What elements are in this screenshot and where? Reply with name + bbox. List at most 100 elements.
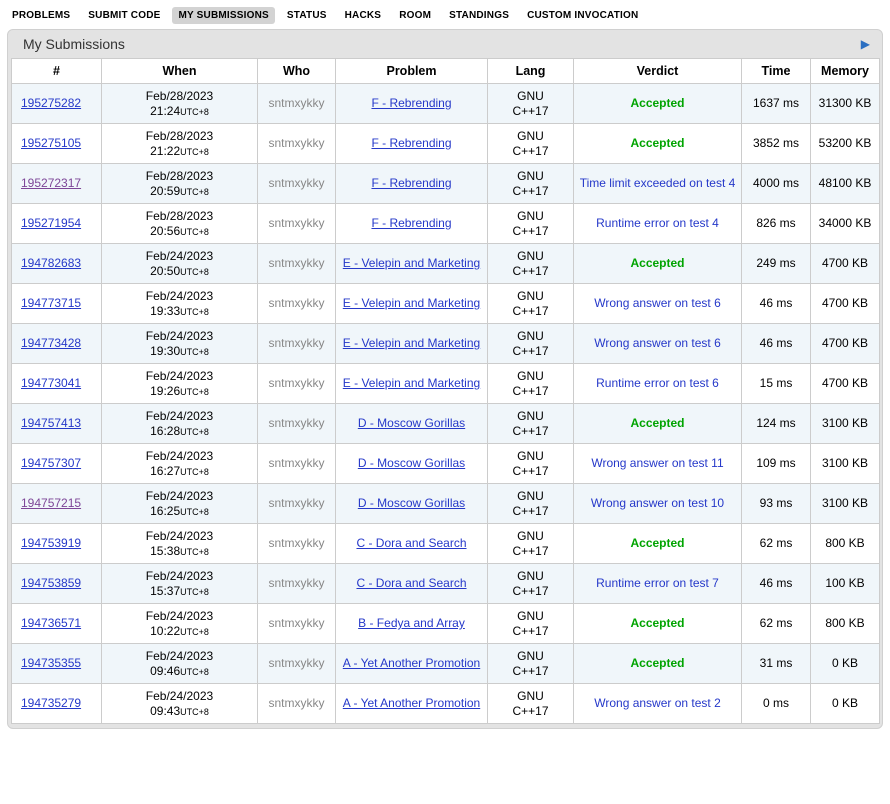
submission-author-cell: sntmxykky [258, 204, 336, 244]
submission-lang-cell: GNU C++17 [488, 324, 574, 364]
submission-author[interactable]: sntmxykky [268, 536, 324, 550]
submission-author[interactable]: sntmxykky [268, 256, 324, 270]
submission-exec-time: 62 ms [760, 616, 793, 630]
problem-link[interactable]: E - Velepin and Marketing [343, 296, 480, 310]
submission-when-cell: Feb/24/2023 16:25UTC+8 [102, 484, 258, 524]
submission-id-link[interactable]: 195275282 [21, 96, 81, 110]
problem-link[interactable]: F - Rebrending [371, 96, 451, 110]
submission-author-cell: sntmxykky [258, 244, 336, 284]
submission-lang-cell: GNU C++17 [488, 364, 574, 404]
submission-id-link[interactable]: 194773428 [21, 336, 81, 350]
problem-link[interactable]: C - Dora and Search [356, 536, 466, 550]
submission-verdict-cell: Wrong answer on test 2 [574, 684, 742, 724]
submission-lang: GNU C++17 [508, 529, 554, 559]
submission-id-link[interactable]: 194735355 [21, 656, 81, 670]
nav-item-hacks[interactable]: HACKS [339, 7, 388, 24]
submission-row: 194773715 Feb/24/2023 19:33UTC+8 sntmxyk… [12, 284, 880, 324]
problem-link[interactable]: A - Yet Another Promotion [343, 696, 480, 710]
submission-time: 19:30 [150, 344, 180, 358]
submission-id-link[interactable]: 195275105 [21, 136, 81, 150]
submission-author[interactable]: sntmxykky [268, 176, 324, 190]
submission-problem-cell: C - Dora and Search [336, 564, 488, 604]
submission-row: 194757307 Feb/24/2023 16:27UTC+8 sntmxyk… [12, 444, 880, 484]
submission-timezone: UTC+8 [180, 707, 209, 717]
submission-author[interactable]: sntmxykky [268, 456, 324, 470]
submission-author[interactable]: sntmxykky [268, 656, 324, 670]
submission-id-link[interactable]: 194757307 [21, 456, 81, 470]
nav-item-problems[interactable]: PROBLEMS [6, 7, 76, 24]
nav-item-standings[interactable]: STANDINGS [443, 7, 515, 24]
nav-item-submit-code[interactable]: SUBMIT CODE [82, 7, 166, 24]
submission-id-link[interactable]: 194736571 [21, 616, 81, 630]
submission-exec-time: 62 ms [760, 536, 793, 550]
collapse-panel-icon[interactable]: ▶ [861, 38, 870, 50]
col-header-verdict: Verdict [574, 59, 742, 84]
submission-id-link[interactable]: 194753859 [21, 576, 81, 590]
submission-author[interactable]: sntmxykky [268, 336, 324, 350]
problem-link[interactable]: E - Velepin and Marketing [343, 336, 480, 350]
problem-link[interactable]: E - Velepin and Marketing [343, 256, 480, 270]
submission-id-link[interactable]: 194757413 [21, 416, 81, 430]
submission-problem-cell: E - Velepin and Marketing [336, 284, 488, 324]
problem-link[interactable]: A - Yet Another Promotion [343, 656, 480, 670]
submission-timezone: UTC+8 [180, 547, 209, 557]
submission-time: 16:25 [150, 504, 180, 518]
submission-exec-time: 826 ms [756, 216, 795, 230]
nav-item-custom-invocation[interactable]: CUSTOM INVOCATION [521, 7, 644, 24]
submission-author[interactable]: sntmxykky [268, 96, 324, 110]
submission-id-link[interactable]: 194773715 [21, 296, 81, 310]
submission-author[interactable]: sntmxykky [268, 296, 324, 310]
nav-item-my-submissions[interactable]: MY SUBMISSIONS [172, 7, 274, 24]
submission-id-link[interactable]: 195271954 [21, 216, 81, 230]
problem-link[interactable]: F - Rebrending [371, 136, 451, 150]
problem-link[interactable]: E - Velepin and Marketing [343, 376, 480, 390]
submission-id-link[interactable]: 194782683 [21, 256, 81, 270]
submission-id-cell: 194773428 [12, 324, 102, 364]
submission-timezone: UTC+8 [180, 147, 209, 157]
submission-id-link[interactable]: 194753919 [21, 536, 81, 550]
nav-item-status[interactable]: STATUS [281, 7, 333, 24]
submission-memory-cell: 53200 KB [811, 124, 880, 164]
submission-author[interactable]: sntmxykky [268, 216, 324, 230]
submission-author[interactable]: sntmxykky [268, 616, 324, 630]
problem-link[interactable]: D - Moscow Gorillas [358, 496, 465, 510]
submission-id-link[interactable]: 194757215 [21, 496, 81, 510]
submission-timezone: UTC+8 [180, 467, 209, 477]
submission-author[interactable]: sntmxykky [268, 376, 324, 390]
submission-memory: 31300 KB [819, 96, 872, 110]
submission-memory: 0 KB [832, 656, 858, 670]
submission-row: 194757413 Feb/24/2023 16:28UTC+8 sntmxyk… [12, 404, 880, 444]
submission-exec-time-cell: 0 ms [742, 684, 811, 724]
problem-link[interactable]: C - Dora and Search [356, 576, 466, 590]
nav-item-room[interactable]: ROOM [393, 7, 437, 24]
problem-link[interactable]: F - Rebrending [371, 216, 451, 230]
submission-id-link[interactable]: 195272317 [21, 176, 81, 190]
contest-nav: PROBLEMS SUBMIT CODE MY SUBMISSIONS STAT… [0, 0, 890, 29]
submission-date: Feb/24/2023 [106, 529, 253, 544]
submissions-table: # When Who Problem Lang Verdict Time Mem… [11, 58, 880, 724]
submission-author[interactable]: sntmxykky [268, 416, 324, 430]
submission-author-cell: sntmxykky [258, 684, 336, 724]
submission-verdict: Accepted [630, 616, 684, 630]
col-header-when: When [102, 59, 258, 84]
submission-author[interactable]: sntmxykky [268, 136, 324, 150]
problem-link[interactable]: D - Moscow Gorillas [358, 456, 465, 470]
submission-date: Feb/28/2023 [106, 89, 253, 104]
submission-author[interactable]: sntmxykky [268, 696, 324, 710]
problem-link[interactable]: F - Rebrending [371, 176, 451, 190]
submission-lang: GNU C++17 [508, 689, 554, 719]
submission-id-link[interactable]: 194773041 [21, 376, 81, 390]
submissions-body: 195275282 Feb/28/2023 21:24UTC+8 sntmxyk… [12, 84, 880, 724]
submission-author[interactable]: sntmxykky [268, 576, 324, 590]
submission-id-link[interactable]: 194735279 [21, 696, 81, 710]
submission-row: 194782683 Feb/24/2023 20:50UTC+8 sntmxyk… [12, 244, 880, 284]
submission-id-cell: 194757215 [12, 484, 102, 524]
submission-author[interactable]: sntmxykky [268, 496, 324, 510]
problem-link[interactable]: D - Moscow Gorillas [358, 416, 465, 430]
submission-problem-cell: E - Velepin and Marketing [336, 244, 488, 284]
problem-link[interactable]: B - Fedya and Array [358, 616, 465, 630]
submission-memory-cell: 0 KB [811, 684, 880, 724]
submission-verdict-cell: Time limit exceeded on test 4 [574, 164, 742, 204]
submission-verdict: Wrong answer on test 10 [591, 496, 724, 510]
submission-time: 16:27 [150, 464, 180, 478]
